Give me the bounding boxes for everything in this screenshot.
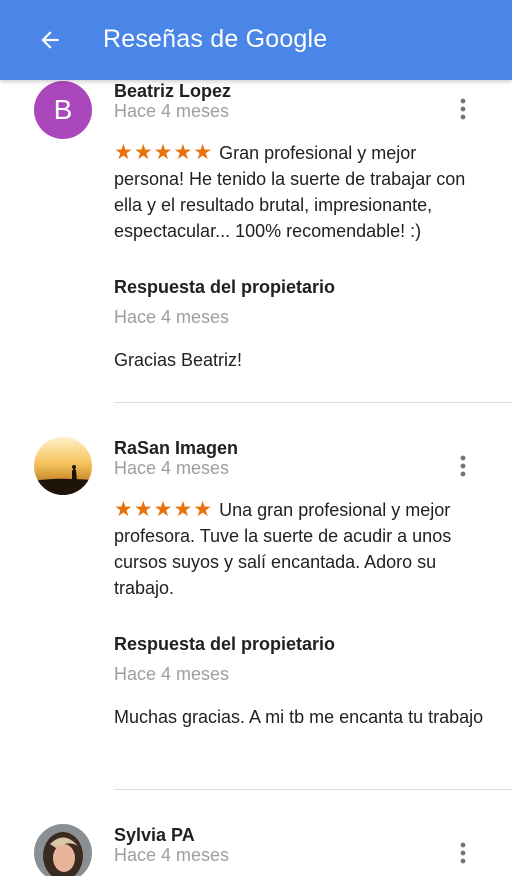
owner-reply-age: Hace 4 meses: [114, 307, 230, 327]
review-author[interactable]: Sylvia PA: [114, 824, 195, 846]
avatar-letter: B: [53, 94, 73, 125]
avatar[interactable]: [34, 824, 92, 876]
star-rating: ★★★★★: [114, 141, 214, 164]
review-age: Hace 4 meses: [114, 845, 230, 865]
page-title: Reseñas de Google: [103, 25, 328, 53]
review-text: ★★★★★ Una gran profesional y mejor profes…: [114, 497, 484, 601]
more-options-button[interactable]: [452, 838, 474, 868]
arrow-left-icon: [41, 31, 59, 49]
more-vert-icon: [460, 455, 466, 477]
review-age: Hace 4 meses: [114, 458, 230, 478]
app-bar: Reseñas de Google: [0, 0, 512, 80]
reviews-list[interactable]: B Beatriz Lopez Hace 4 meses ★★★★★ Gran p…: [0, 0, 512, 876]
review-text: ★★★★★ Gran profesional y mejor persona! H…: [114, 140, 484, 244]
more-vert-icon: [460, 98, 466, 120]
portrait-avatar-icon: [34, 824, 92, 876]
review-age: Hace 4 meses: [114, 101, 230, 121]
back-button[interactable]: [30, 20, 70, 60]
avatar[interactable]: B: [34, 81, 92, 139]
owner-reply-text: Gracias Beatriz!: [114, 350, 243, 370]
owner-reply-text: Muchas gracias. A mi tb me encanta tu tr…: [114, 707, 484, 727]
star-rating: ★★★★★: [114, 498, 214, 521]
owner-reply-title: Respuesta del propietario: [114, 634, 336, 654]
more-options-button[interactable]: [452, 94, 474, 124]
more-options-button[interactable]: [452, 451, 474, 481]
review-author[interactable]: RaSan Imagen: [114, 437, 238, 459]
divider: [114, 402, 512, 403]
owner-reply-age: Hace 4 meses: [114, 664, 230, 684]
owner-reply-title: Respuesta del propietario: [114, 277, 336, 297]
sunset-avatar-icon: [34, 437, 92, 495]
more-vert-icon: [460, 842, 466, 864]
review-author[interactable]: Beatriz Lopez: [114, 80, 231, 102]
divider: [114, 789, 512, 790]
avatar[interactable]: [34, 437, 92, 495]
